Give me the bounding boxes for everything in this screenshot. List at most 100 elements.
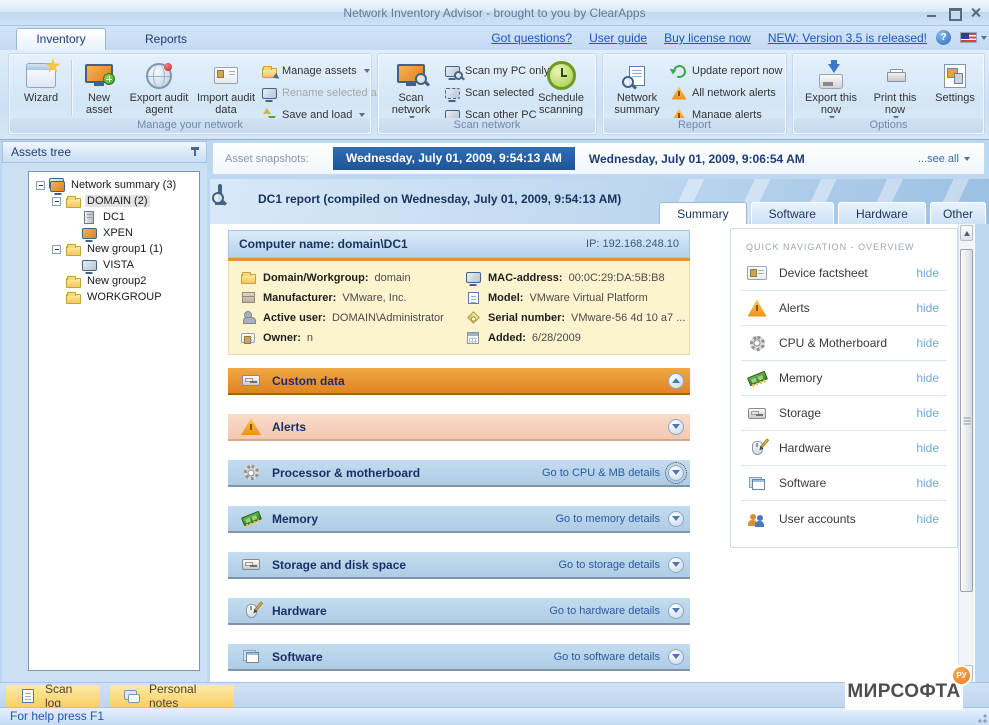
update-report-button[interactable]: Update report now [671, 60, 783, 82]
section-custom-data[interactable]: Custom data [228, 368, 690, 395]
hide-link[interactable]: hide [916, 441, 939, 455]
log-icon [20, 688, 36, 704]
tree-item-vista[interactable]: VISTA [29, 257, 199, 273]
tree-item-network-summary[interactable]: Network summary (3) [29, 177, 199, 193]
section-processor-motherboard[interactable]: Processor & motherboard Go to CPU & MB d… [228, 460, 690, 487]
tree-item-new-group1[interactable]: New group1 (1) [29, 241, 199, 257]
alert-icon [238, 415, 264, 439]
nav-item-cpu-motherboard[interactable]: CPU & Motherboard hide [741, 326, 947, 361]
section-software[interactable]: Software Go to software details [228, 644, 690, 671]
export-icon [814, 59, 848, 92]
nav-item-hardware[interactable]: Hardware hide [741, 431, 947, 466]
pin-icon[interactable] [190, 146, 200, 158]
section-storage[interactable]: Storage and disk space Go to storage det… [228, 552, 690, 579]
snapshots-label: Asset snapshots: [225, 153, 329, 165]
collapse-expander[interactable] [52, 245, 61, 254]
import-audit-data-button[interactable]: Import audit data [195, 59, 257, 121]
snapshot-selected[interactable]: Wednesday, July 01, 2009, 9:54:13 AM [333, 147, 575, 170]
hide-link[interactable]: hide [916, 371, 939, 385]
new-version-link[interactable]: NEW: Version 3.5 is released! [768, 31, 927, 45]
expand-button[interactable] [668, 649, 684, 665]
field-serial-number: Serial number: VMware-56 4d 10 a7 ... [464, 310, 689, 325]
ribbon-separator [71, 60, 72, 116]
got-questions-link[interactable]: Got questions? [491, 31, 572, 45]
tab-inventory[interactable]: Inventory [16, 28, 106, 50]
nav-item-memory[interactable]: Memory hide [741, 361, 947, 396]
scan-network-button[interactable]: Scan network [382, 59, 440, 121]
document-icon [464, 291, 482, 305]
expand-button[interactable] [668, 465, 684, 481]
hide-link[interactable]: hide [916, 512, 939, 526]
tab-reports[interactable]: Reports [126, 28, 206, 50]
scrollbar-thumb[interactable] [960, 249, 973, 592]
tab-summary[interactable]: Summary [659, 202, 746, 224]
collapse-expander[interactable] [52, 197, 61, 206]
computer-icon [464, 271, 482, 285]
personal-notes-tab[interactable]: Personal notes [110, 685, 234, 707]
buy-license-link[interactable]: Buy license now [664, 31, 751, 45]
language-flag-icon[interactable] [960, 32, 977, 43]
tab-hardware[interactable]: Hardware [838, 202, 926, 224]
memory-details-link[interactable]: Go to memory details [555, 513, 660, 525]
collapse-button[interactable] [668, 373, 684, 389]
schedule-scanning-icon [544, 59, 578, 92]
cpu-details-link[interactable]: Go to CPU & MB details [542, 467, 660, 479]
tree-item-domain[interactable]: DOMAIN (2) [29, 193, 199, 209]
nav-item-device-factsheet[interactable]: Device factsheet hide [741, 256, 947, 291]
group-label-options: Options [794, 118, 983, 133]
wizard-button[interactable]: Wizard [15, 59, 67, 121]
new-asset-button[interactable]: New asset [75, 59, 123, 121]
nav-item-alerts[interactable]: Alerts hide [741, 291, 947, 326]
expand-button[interactable] [668, 419, 684, 435]
tree-item-dc1[interactable]: DC1 [29, 209, 199, 225]
nav-item-user-accounts[interactable]: User accounts hide [741, 501, 947, 536]
export-audit-agent-button[interactable]: Export audit agent [125, 59, 193, 121]
tree-item-xpen[interactable]: XPEN [29, 225, 199, 241]
scan-log-tab[interactable]: Scan log [6, 685, 100, 707]
section-hardware[interactable]: Hardware Go to hardware details [228, 598, 690, 625]
nav-item-software[interactable]: Software hide [741, 466, 947, 501]
print-this-now-button[interactable]: Print this now [865, 59, 925, 121]
tree-item-new-group2[interactable]: New group2 [29, 273, 199, 289]
expand-button[interactable] [668, 557, 684, 573]
resize-grip[interactable] [975, 711, 987, 723]
close-button[interactable] [970, 7, 981, 18]
ribbon-group-scan-network: Scan network Scan my PC only Scan select… [377, 53, 597, 135]
see-all-link[interactable]: ...see all [918, 153, 970, 165]
network-summary-button[interactable]: Network summary [607, 59, 667, 121]
export-this-now-button[interactable]: Export this now [801, 59, 861, 121]
snapshot-previous[interactable]: Wednesday, July 01, 2009, 9:06:54 AM [589, 152, 805, 166]
language-dropdown-caret[interactable] [981, 36, 987, 40]
scan-my-pc-icon [444, 63, 460, 79]
hardware-details-link[interactable]: Go to hardware details [549, 605, 660, 617]
vertical-scrollbar[interactable] [958, 224, 974, 682]
section-memory[interactable]: Memory Go to memory details [228, 506, 690, 533]
software-details-link[interactable]: Go to software details [554, 651, 660, 663]
tab-other[interactable]: Other [930, 202, 986, 224]
expand-button[interactable] [668, 511, 684, 527]
hide-link[interactable]: hide [916, 301, 939, 315]
minimize-button[interactable] [926, 7, 937, 18]
help-icon[interactable]: ? [936, 30, 951, 45]
expand-button[interactable] [668, 603, 684, 619]
hide-link[interactable]: hide [916, 476, 939, 490]
section-alerts[interactable]: Alerts [228, 414, 690, 441]
scroll-up-button[interactable] [960, 225, 973, 241]
nav-item-storage[interactable]: Storage hide [741, 396, 947, 431]
hide-link[interactable]: hide [916, 336, 939, 350]
storage-details-link[interactable]: Go to storage details [558, 559, 660, 571]
all-network-alerts-button[interactable]: All network alerts [671, 82, 783, 104]
users-icon [745, 509, 769, 529]
header-links: Got questions? User guide Buy license no… [491, 26, 927, 50]
dropdown-caret [364, 69, 370, 73]
user-guide-link[interactable]: User guide [589, 31, 647, 45]
tab-software[interactable]: Software [751, 202, 834, 224]
network-icon [49, 178, 65, 192]
schedule-scanning-button[interactable]: Schedule scanning [528, 59, 594, 121]
hide-link[interactable]: hide [916, 266, 939, 280]
settings-button[interactable]: Settings [929, 59, 981, 121]
maximize-button[interactable] [948, 7, 959, 18]
collapse-expander[interactable] [36, 181, 45, 190]
hide-link[interactable]: hide [916, 406, 939, 420]
tree-item-workgroup[interactable]: WORKGROUP [29, 289, 199, 305]
